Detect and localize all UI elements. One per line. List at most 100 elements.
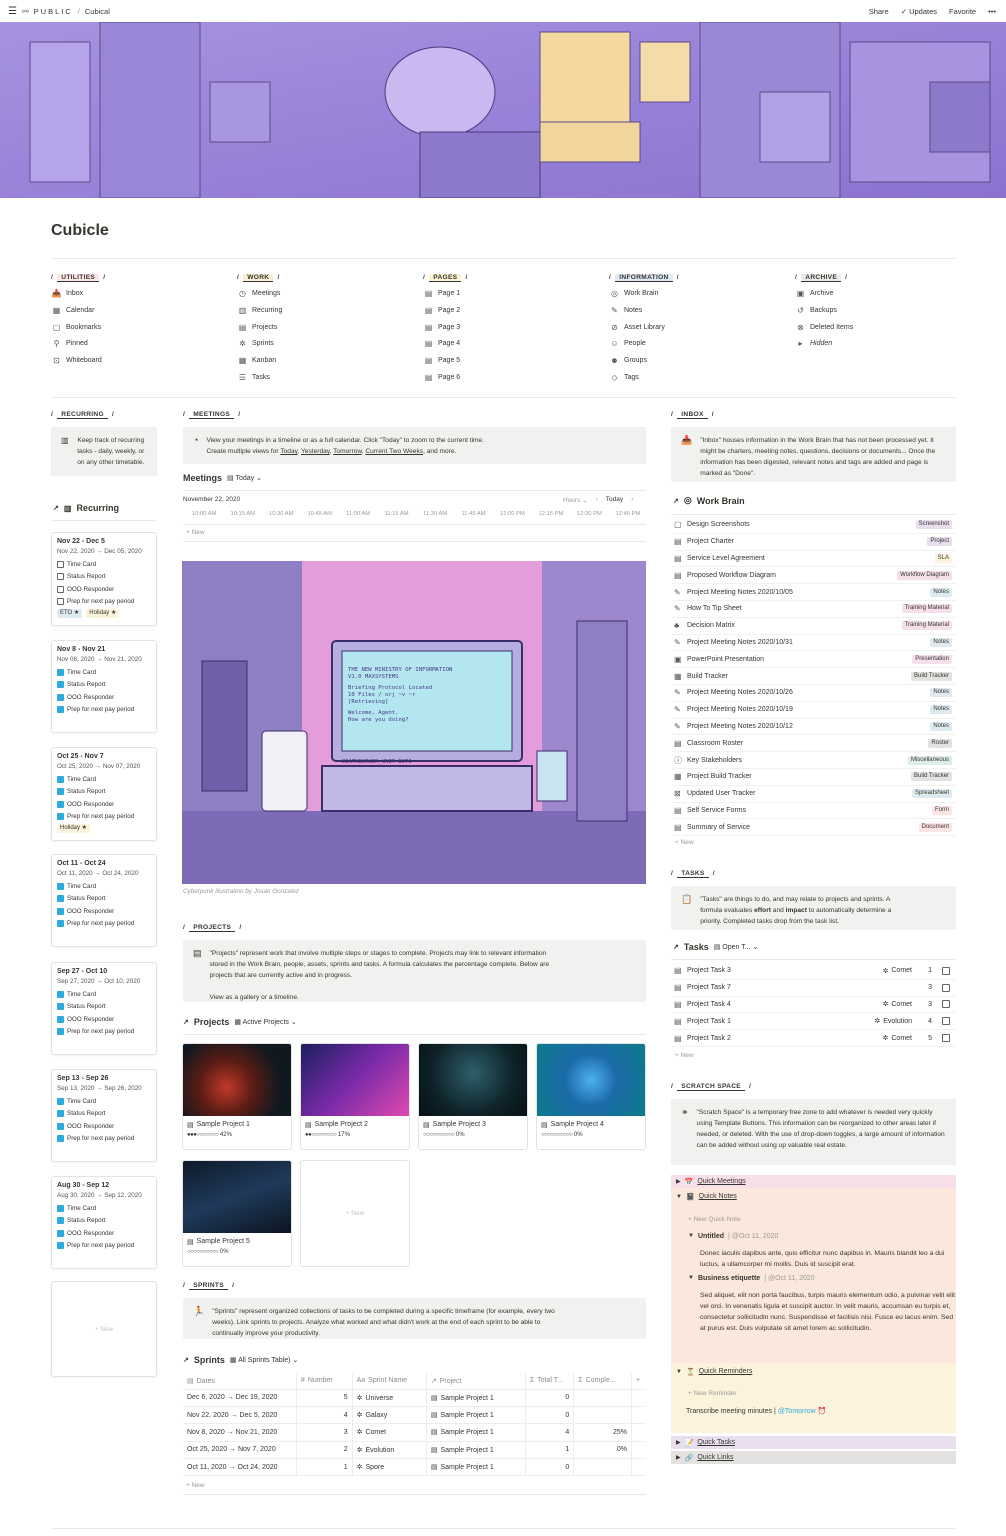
note-untitled-toggle[interactable]: ▼ Untitled | @Oct 11, 2020: [688, 1233, 778, 1240]
nav-item-whiteboard[interactable]: ⊡ Whiteboard: [52, 356, 102, 365]
workbrain-item[interactable]: ▢ Design Screenshots Screenshot: [672, 517, 956, 534]
checkbox[interactable]: [57, 668, 64, 676]
workbrain-item[interactable]: ⓘ Key Stakeholders Miscellaneous: [672, 752, 956, 769]
inbox-new-button[interactable]: + New: [675, 839, 694, 846]
workbrain-item[interactable]: ▤ Summary of Service Document: [672, 819, 956, 837]
checkbox[interactable]: [57, 693, 64, 701]
checkbox[interactable]: [57, 775, 64, 783]
nav-item-projects[interactable]: ▤ Projects: [238, 323, 278, 332]
nav-item-calendar[interactable]: ▦ Calendar: [52, 306, 95, 315]
hours-selector[interactable]: Hours ⌄: [563, 496, 588, 504]
quick-notes-toggle[interactable]: ▼ 📓 Quick Notes: [671, 1190, 956, 1203]
checkbox[interactable]: [57, 560, 64, 568]
project-card[interactable]: ▤ Sample Project 2 ●●○○○○○○○○ 17%: [300, 1043, 410, 1150]
recurring-card[interactable]: Sep 27 - Oct 10 Sep 27, 2020 → Oct 10, 20…: [51, 962, 157, 1055]
workbrain-item[interactable]: ▤ Self Service Forms Form: [672, 803, 956, 820]
task-checkbox[interactable]: [942, 983, 950, 992]
link-today[interactable]: Today: [280, 448, 297, 455]
checkbox[interactable]: [57, 895, 64, 903]
hamburger-icon[interactable]: ☰: [8, 6, 17, 17]
task-checkbox[interactable]: [942, 1000, 950, 1009]
workbrain-item[interactable]: ✎ Project Meeting Notes 2020/10/05 Notes: [672, 584, 956, 601]
task-row[interactable]: ▤ Project Task 4 ✲ Comet 3: [672, 997, 956, 1014]
new-quick-note-button[interactable]: + New Quick Note: [688, 1216, 741, 1223]
prev-arrow-icon[interactable]: ‹: [596, 496, 598, 504]
table-row[interactable]: Dec 6, 2020 → Dec 19, 2020 5 ✲ Universe ▤ Sam…: [183, 1389, 646, 1407]
link-tomorrow[interactable]: Tomorrow: [333, 448, 362, 455]
checkbox[interactable]: [57, 598, 64, 606]
checkbox[interactable]: [57, 1135, 64, 1143]
task-checkbox[interactable]: [942, 1017, 950, 1026]
table-column-header[interactable]: Σ Comple...: [573, 1373, 632, 1390]
table-column-header[interactable]: +: [631, 1373, 646, 1390]
task-checkbox[interactable]: [942, 966, 950, 975]
workbrain-item[interactable]: ♣ Decision Matrix Training Material: [672, 618, 956, 635]
link-current-two-weeks[interactable]: Current Two Weeks: [365, 448, 423, 455]
nav-item-bookmarks[interactable]: ▢ Bookmarks: [52, 323, 101, 332]
recurring-card[interactable]: Nov 8 - Nov 21 Nov 08, 2020 → Nov 21, 202…: [51, 640, 157, 733]
sprints-view-selector[interactable]: ▦ All Sprints Table) ⌄: [230, 1356, 298, 1364]
table-column-header[interactable]: ↗ Project: [426, 1373, 526, 1390]
table-column-header[interactable]: # Number: [296, 1373, 353, 1390]
checkbox[interactable]: [57, 681, 64, 689]
workbrain-item[interactable]: ✎ Project Meeting Notes 2020/10/12 Notes: [672, 719, 956, 736]
recurring-card[interactable]: Oct 11 - Oct 24 Oct 11, 2020 → Oct 24, 20…: [51, 854, 157, 947]
workbrain-item[interactable]: ▦ Build Tracker Build Tracker: [672, 668, 956, 685]
table-column-header[interactable]: ▤ Dates: [183, 1373, 297, 1390]
nav-item-tags[interactable]: ◇ Tags: [610, 373, 638, 382]
checkbox[interactable]: [57, 1242, 64, 1250]
nav-item-groups[interactable]: ☻ Groups: [610, 356, 647, 365]
nav-item-work-brain[interactable]: ◎ Work Brain: [610, 289, 659, 298]
project-card[interactable]: ▤ Sample Project 5 ○○○○○○○○○○ 0%: [182, 1160, 292, 1267]
nav-item-inbox[interactable]: 📥 Inbox: [52, 289, 84, 298]
quick-links-toggle[interactable]: ▶ 🔗 Quick Links: [671, 1451, 956, 1464]
checkbox[interactable]: [57, 573, 64, 581]
workbrain-item[interactable]: ▤ Classroom Roster Roster: [672, 735, 956, 753]
updates-button[interactable]: ✓ Updates: [901, 7, 937, 16]
workbrain-item[interactable]: ▤ Project Charter Project: [672, 534, 956, 551]
workbrain-item[interactable]: ⊠ Updated User Tracker Spreadsheet: [672, 786, 956, 803]
reminder-date[interactable]: @Tomorrow: [778, 1408, 816, 1415]
nav-item-backups[interactable]: ↺ Backups: [796, 306, 837, 315]
workbrain-item[interactable]: ✎ How To Tip Sheet Training Material: [672, 601, 956, 618]
meetings-new-button[interactable]: + New: [186, 529, 205, 536]
project-card[interactable]: ▤ Sample Project 1 ●●●○○○○○○○ 42%: [182, 1043, 292, 1150]
checkbox[interactable]: [57, 1110, 64, 1118]
workbrain-item[interactable]: ✎ Project Meeting Notes 2020/10/31 Notes: [672, 635, 956, 652]
nav-item-hidden[interactable]: ▸ Hidden: [796, 339, 832, 348]
recurring-card[interactable]: Nov 22 - Dec 5 Nov 22, 2020 → Dec 05, 202…: [51, 532, 157, 626]
workbrain-item[interactable]: ▤ Service Level Agreement SLA: [672, 551, 956, 568]
project-card[interactable]: ▤ Sample Project 3 ○○○○○○○○○○ 0%: [418, 1043, 528, 1150]
note-business-toggle[interactable]: ▼ Business etiquette | @Oct 11, 2020: [688, 1275, 815, 1282]
checkbox[interactable]: [57, 1097, 64, 1105]
checkbox[interactable]: [57, 1003, 64, 1011]
favorite-button[interactable]: Favorite: [949, 7, 976, 16]
recurring-card[interactable]: Sep 13 - Sep 26 Sep 13, 2020 → Sep 26, 20…: [51, 1069, 157, 1162]
link-yesterday[interactable]: Yesterday: [301, 448, 330, 455]
projects-new-card[interactable]: + New: [300, 1160, 410, 1267]
checkbox[interactable]: [57, 990, 64, 998]
workbrain-item[interactable]: ✎ Project Meeting Notes 2020/10/19 Notes: [672, 702, 956, 719]
nav-item-tasks[interactable]: ☰ Tasks: [238, 373, 270, 382]
checkbox[interactable]: [57, 882, 64, 890]
checkbox[interactable]: [57, 788, 64, 796]
recurring-card[interactable]: Oct 25 - Nov 7 Oct 25, 2020 → Nov 07, 202…: [51, 747, 157, 841]
nav-item-recurring[interactable]: ▥ Recurring: [238, 306, 283, 315]
share-button[interactable]: Share: [869, 7, 889, 16]
task-checkbox[interactable]: [942, 1034, 950, 1043]
workbrain-item[interactable]: ▣ PowerPoint Presentation Presentation: [672, 651, 956, 669]
checkbox[interactable]: [57, 1204, 64, 1212]
workbrain-item[interactable]: ✎ Project Meeting Notes 2020/10/26 Notes: [672, 685, 956, 702]
table-row[interactable]: Oct 25, 2020 → Nov 7, 2020 2 ✲ Evolution ▤ Sa…: [183, 1441, 646, 1460]
recurring-new-card[interactable]: + New: [51, 1281, 157, 1377]
checkbox[interactable]: [57, 1229, 64, 1237]
task-row[interactable]: ▤ Project Task 1 ✲ Evolution 4: [672, 1013, 956, 1031]
nav-item-page-6[interactable]: ▤ Page 6: [424, 373, 460, 382]
nav-item-pinned[interactable]: ⚲ Pinned: [52, 339, 88, 348]
recurring-card[interactable]: Aug 30 - Sep 12 Aug 30, 2020 → Sep 12, 20…: [51, 1176, 157, 1269]
table-row[interactable]: Nov 22, 2020 → Dec 5, 2020 4 ✲ Galaxy ▤ Sampl…: [183, 1406, 646, 1425]
nav-item-page-3[interactable]: ▤ Page 3: [424, 323, 460, 332]
nav-item-archive[interactable]: ▣ Archive: [796, 289, 834, 298]
more-options-icon[interactable]: •••: [988, 7, 996, 16]
checkbox[interactable]: [57, 1122, 64, 1130]
